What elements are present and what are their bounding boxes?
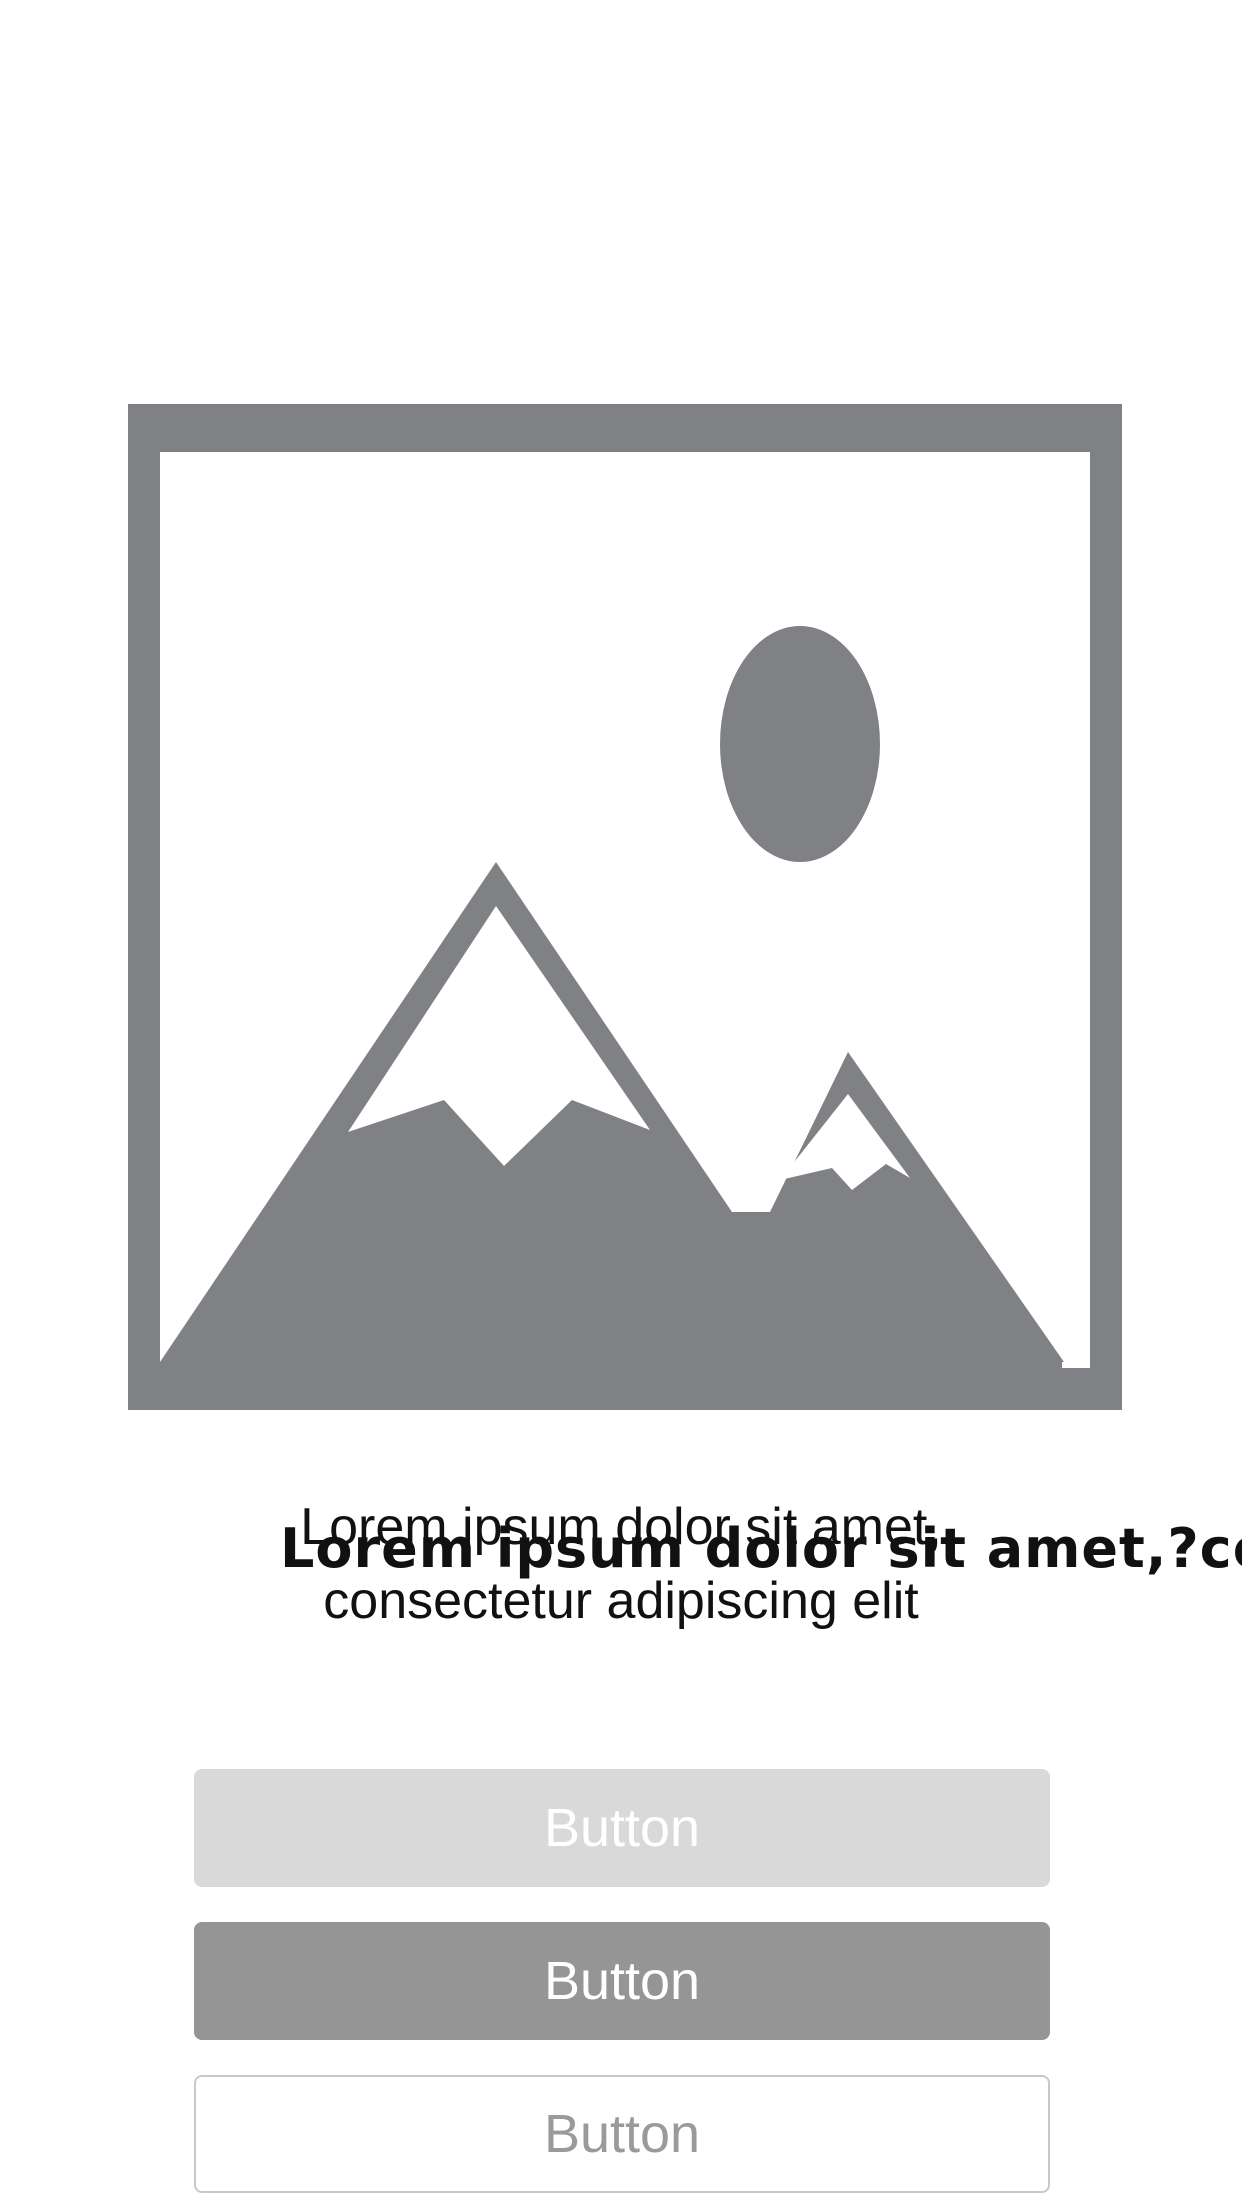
image-placeholder-icon <box>128 404 1122 1410</box>
description-text: Lorem ipsum dolor sit amet, consectetur … <box>0 1490 1242 1630</box>
disabled-button[interactable]: Button <box>194 1769 1050 1887</box>
sun-shape <box>720 626 880 862</box>
outline-button[interactable]: Button <box>194 2075 1050 2193</box>
description-overlay: Lorem ipsum dolor sit amet,?cor <box>280 1517 1242 1580</box>
image-placeholder <box>128 404 1122 1410</box>
primary-button[interactable]: Button <box>194 1922 1050 2040</box>
